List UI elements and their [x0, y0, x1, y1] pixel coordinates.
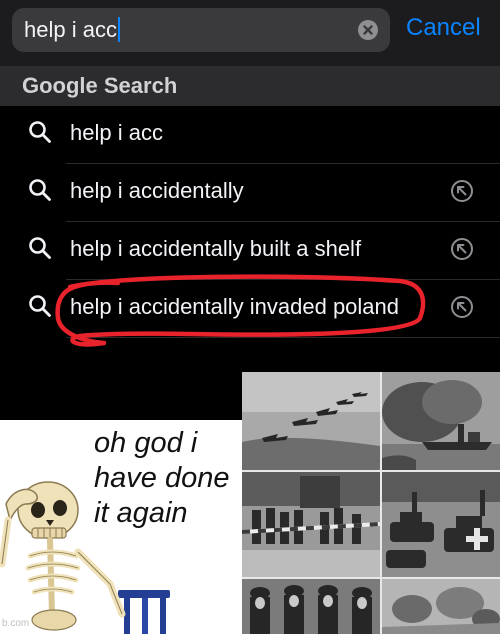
section-header: Google Search — [0, 66, 500, 106]
suggestion-label: help i accidentally built a shelf — [70, 236, 362, 261]
suggestion-item[interactable]: help i accidentally invaded poland — [0, 280, 500, 338]
search-icon — [29, 237, 51, 259]
fill-arrow-icon[interactable] — [450, 179, 474, 203]
meme-panel: oh god i have done it again b.com — [0, 420, 242, 634]
search-icon — [29, 121, 51, 143]
divider — [66, 337, 500, 338]
meme-watermark: b.com — [2, 618, 30, 629]
search-icon — [29, 179, 51, 201]
search-query-text: help i acc — [24, 17, 120, 43]
fill-arrow-icon[interactable] — [450, 237, 474, 261]
photo-battleship — [382, 372, 500, 470]
suggestion-item[interactable]: help i accidentally built a shelf — [0, 222, 500, 280]
photo-planes — [242, 372, 380, 470]
suggestion-label: help i accidentally invaded poland — [70, 294, 400, 319]
meme-caption-line: oh god i — [94, 427, 198, 459]
photo-aerial-bombing — [382, 579, 500, 634]
search-screen: help i acc Cancel Google Search help i a… — [0, 0, 500, 420]
suggestion-item[interactable]: help i acc — [0, 106, 500, 164]
suggestion-label: help i acc — [70, 120, 163, 145]
section-title: Google Search — [22, 73, 178, 98]
fill-arrow-icon[interactable] — [450, 295, 474, 319]
search-input[interactable]: help i acc — [12, 8, 390, 52]
suggestion-item[interactable]: help i accidentally — [0, 164, 500, 222]
photo-soldiers — [242, 579, 380, 634]
skeleton-image — [0, 481, 126, 631]
text-caret — [117, 17, 120, 42]
suggestion-label: help i accidentally — [70, 178, 244, 203]
cancel-button[interactable]: Cancel — [406, 14, 481, 42]
search-bar-row: help i acc Cancel — [0, 0, 500, 66]
search-query-value: help i acc — [24, 17, 117, 42]
clear-icon[interactable] — [358, 20, 378, 40]
photo-collage — [242, 372, 500, 634]
search-icon — [29, 295, 51, 317]
photo-barrier — [242, 472, 380, 577]
photo-tanks — [382, 472, 500, 577]
